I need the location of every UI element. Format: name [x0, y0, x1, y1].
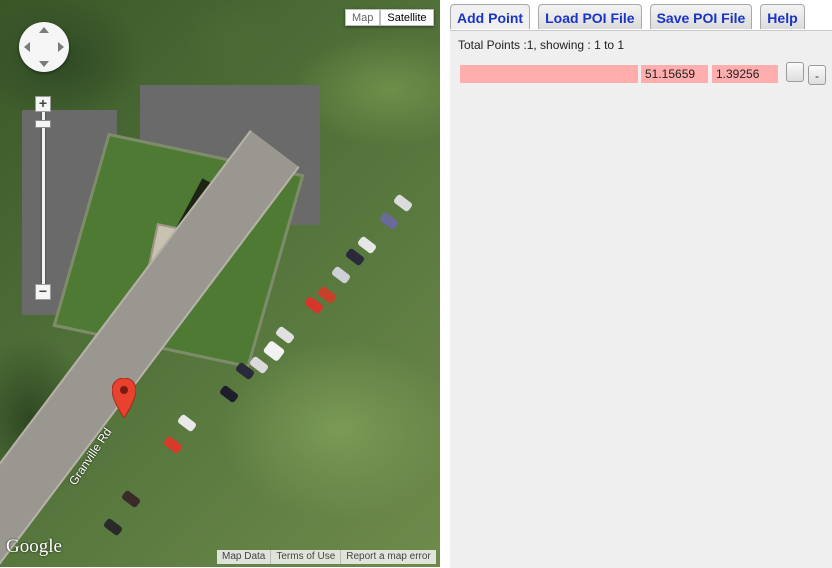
point-longitude-field[interactable]: 1.39256	[712, 65, 778, 83]
tab-bar: Add Point Load POI File Save POI File He…	[450, 4, 813, 30]
zoom-in-button[interactable]: +	[35, 96, 51, 112]
pan-control-icon[interactable]	[19, 22, 69, 72]
map-attribution: Map Data Terms of Use Report a map error	[217, 550, 436, 564]
map-marker-icon[interactable]	[112, 378, 136, 418]
tab-content: Total Points :1, showing : 1 to 1 51.156…	[450, 30, 832, 568]
google-logo: Google	[6, 536, 62, 557]
zoom-slider-handle[interactable]	[35, 120, 51, 129]
pan-right-icon[interactable]	[58, 42, 64, 52]
point-latitude-field[interactable]: 51.15659	[641, 65, 708, 83]
tab-save-poi-file[interactable]: Save POI File	[649, 4, 753, 29]
report-map-error-link[interactable]: Report a map error	[340, 550, 435, 564]
map-view[interactable]: + − Map Satellite Granville Rd Google Ma…	[0, 0, 440, 567]
map-type-control: Map Satellite	[345, 9, 434, 26]
map-type-map-button[interactable]: Map	[345, 9, 381, 26]
map-data-link[interactable]: Map Data	[217, 550, 270, 564]
total-points-info: Total Points :1, showing : 1 to 1	[458, 38, 625, 52]
point-edit-button[interactable]	[786, 62, 804, 82]
tab-load-poi-file[interactable]: Load POI File	[538, 4, 642, 29]
zoom-slider-track[interactable]	[42, 110, 45, 290]
point-name-field[interactable]	[460, 65, 638, 83]
pan-up-icon[interactable]	[39, 27, 49, 33]
pan-down-icon[interactable]	[39, 61, 49, 67]
zoom-out-button[interactable]: −	[35, 284, 51, 300]
terms-of-use-link[interactable]: Terms of Use	[270, 550, 340, 564]
poi-panel: Add Point Load POI File Save POI File He…	[450, 0, 832, 568]
tab-help[interactable]: Help	[760, 4, 805, 29]
tab-add-point[interactable]: Add Point	[450, 4, 531, 29]
pan-left-icon[interactable]	[24, 42, 30, 52]
point-remove-button[interactable]: -	[808, 65, 826, 85]
map-type-satellite-button[interactable]: Satellite	[380, 9, 434, 26]
